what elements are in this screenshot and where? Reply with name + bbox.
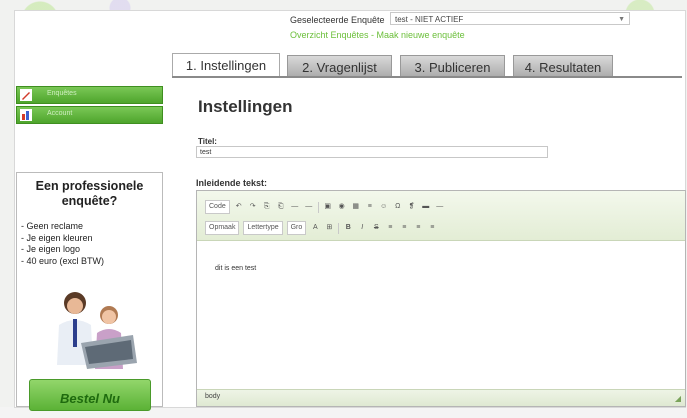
promo-bullet: - Geen reclame: [21, 221, 84, 231]
sidebar-item-label: Account: [47, 110, 73, 117]
survey-select-value: test - NIET ACTIEF: [395, 15, 464, 24]
rich-text-editor[interactable]: Code ↶ ↷ ⎘ ⎗ — — ▣ ◉ ▦ ≡ ☺ Ω ❡ ▬ — Opmaa…: [196, 190, 686, 407]
align-left-icon[interactable]: ≡: [385, 222, 395, 234]
redo-icon[interactable]: ↷: [248, 201, 258, 213]
text-color-icon[interactable]: A: [310, 222, 320, 234]
align-justify-icon[interactable]: ≡: [427, 222, 437, 234]
editor-path: body: [205, 393, 221, 400]
tab-resultaten[interactable]: 4. Resultaten: [513, 55, 613, 78]
tab-underline: [172, 76, 682, 78]
code-button[interactable]: Code: [205, 200, 230, 214]
format-select[interactable]: Opmaak: [205, 221, 240, 235]
title-input[interactable]: test: [196, 146, 548, 158]
copy-icon[interactable]: ⎘: [262, 201, 272, 213]
unlink-icon[interactable]: —: [304, 201, 314, 213]
chart-icon: [20, 109, 32, 121]
tab-label: 2. Vragenlijst: [302, 60, 377, 75]
font-select[interactable]: Lettertype: [243, 221, 283, 235]
sidebar-menu: Enquêtes Account: [16, 86, 163, 124]
tab-publiceren[interactable]: 3. Publiceren: [400, 55, 505, 78]
bg-color-icon[interactable]: ⊞: [324, 222, 334, 234]
italic-icon[interactable]: I: [357, 222, 367, 234]
align-right-icon[interactable]: ≡: [413, 222, 423, 234]
hr-icon[interactable]: ≡: [365, 201, 375, 213]
sidebar-item-account[interactable]: Account: [16, 106, 163, 124]
promo-bullet: - Je eigen logo: [21, 244, 81, 254]
editor-content[interactable]: dit is een test: [215, 265, 256, 272]
selected-survey-label: Geselecteerde Enquête: [290, 15, 385, 25]
pagebreak-icon[interactable]: ❡: [407, 201, 417, 213]
promo-bullets: - Geen reclame - Je eigen kleuren - Je e…: [21, 221, 162, 267]
table-icon[interactable]: ▦: [351, 201, 361, 213]
survey-links[interactable]: Overzicht Enquêtes - Maak nieuwe enquête: [290, 30, 465, 40]
smiley-icon[interactable]: ☺: [379, 201, 389, 213]
toolbar-separator: [317, 201, 319, 213]
resize-handle-icon[interactable]: ◢: [675, 394, 681, 403]
iframe-icon[interactable]: ▬: [421, 201, 431, 213]
tab-vragenlijst[interactable]: 2. Vragenlijst: [287, 55, 392, 78]
title-label: Titel:: [198, 137, 217, 146]
link-icon[interactable]: —: [290, 201, 300, 213]
intro-label: Inleidende tekst:: [196, 178, 268, 188]
image-icon[interactable]: ▣: [323, 201, 333, 213]
promo-bullet: - Je eigen kleuren: [21, 232, 93, 243]
flash-icon[interactable]: ◉: [337, 201, 347, 213]
chevron-down-icon: ▼: [618, 16, 625, 23]
bold-icon[interactable]: B: [343, 222, 353, 234]
align-center-icon[interactable]: ≡: [399, 222, 409, 234]
pencil-icon: [20, 89, 32, 101]
toolbar-row-1: Code ↶ ↷ ⎘ ⎗ — — ▣ ◉ ▦ ≡ ☺ Ω ❡ ▬ —: [205, 200, 445, 214]
sidebar-item-label: Enquêtes: [47, 90, 77, 97]
tab-label: 4. Resultaten: [524, 60, 602, 75]
order-now-button[interactable]: Bestel Nu: [29, 379, 151, 411]
strike-icon[interactable]: S: [371, 222, 381, 234]
more-icon[interactable]: —: [435, 201, 445, 213]
promo-title: Een professionele enquête?: [35, 179, 144, 208]
undo-icon[interactable]: ↶: [234, 201, 244, 213]
tab-label: 1. Instellingen: [185, 58, 267, 73]
toolbar-row-2: Opmaak Lettertype Gro A ⊞ B I S ≡ ≡ ≡ ≡: [205, 221, 437, 235]
size-select[interactable]: Gro: [286, 221, 307, 235]
promo-bullet: - 40 euro (excl BTW): [21, 255, 105, 266]
editor-statusbar: body ◢: [197, 389, 685, 406]
promo-people-image: [57, 292, 137, 369]
page-title: Instellingen: [198, 97, 293, 116]
editor-toolbar: Code ↶ ↷ ⎘ ⎗ — — ▣ ◉ ▦ ≡ ☺ Ω ❡ ▬ — Opmaa…: [197, 191, 685, 241]
promo-box: Een professionele enquête? - Geen reclam…: [16, 172, 163, 411]
sidebar-item-enquetes[interactable]: Enquêtes: [16, 86, 163, 104]
tab-label: 3. Publiceren: [414, 60, 491, 75]
toolbar-separator: [338, 222, 340, 234]
survey-select[interactable]: test - NIET ACTIEF ▼: [390, 12, 630, 25]
paste-icon[interactable]: ⎗: [276, 201, 286, 213]
tab-instellingen[interactable]: 1. Instellingen: [172, 53, 280, 78]
special-char-icon[interactable]: Ω: [393, 201, 403, 213]
